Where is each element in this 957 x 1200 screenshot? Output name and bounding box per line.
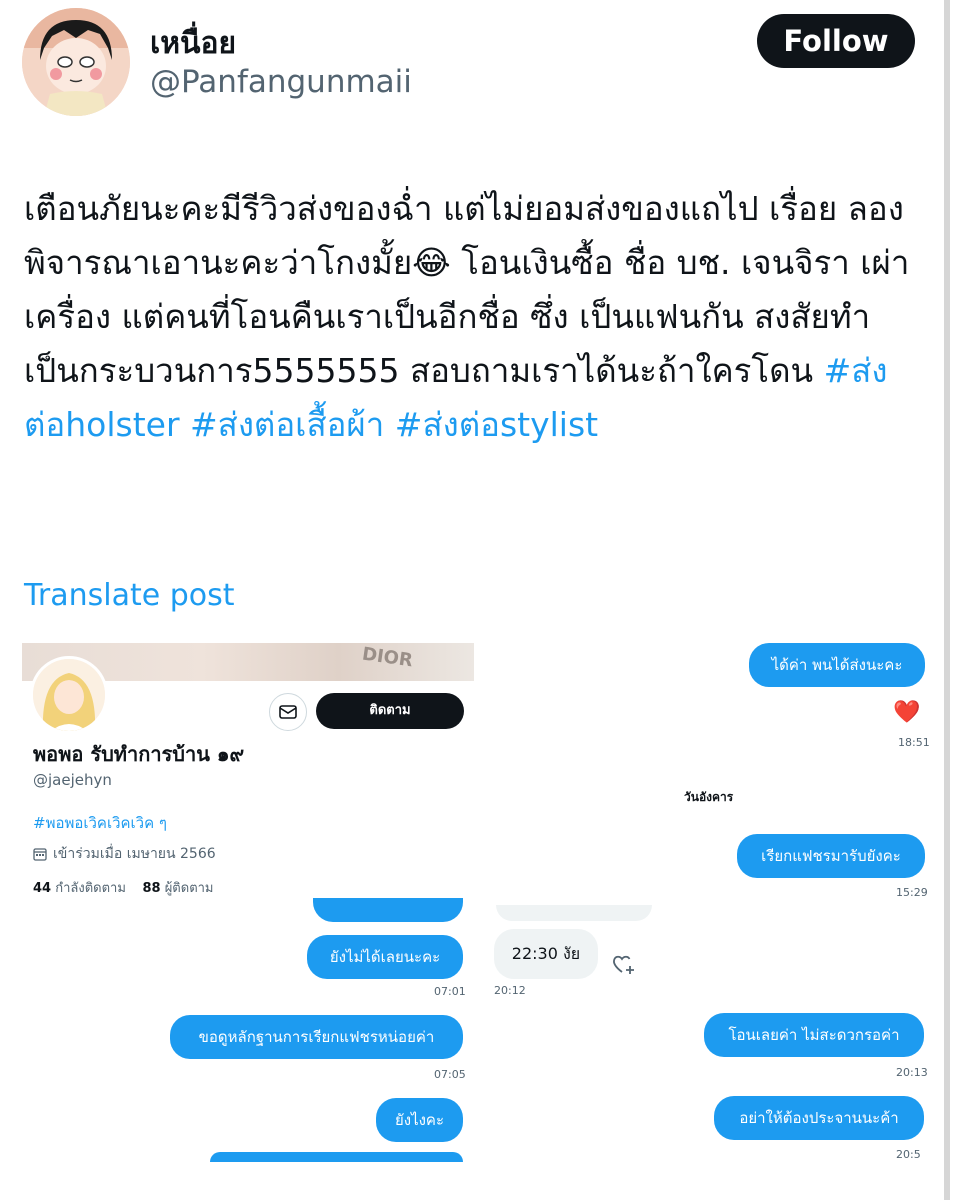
banner-text: DIOR <box>360 643 415 672</box>
followers-label: ผู้ติดตาม <box>164 881 214 896</box>
message-button[interactable] <box>269 693 307 731</box>
following-label: กำลังติดตาม <box>55 881 126 896</box>
profile-handle: @jaejehyn <box>33 771 112 789</box>
chat-bubble-partial <box>496 905 652 921</box>
chat-bubble-outgoing: โอนเลยค่า ไม่สะดวกรอค่า <box>704 1013 924 1057</box>
profile-avatar-illustration <box>33 659 105 731</box>
hashtag-link[interactable]: #ส่งต่อstylist <box>395 405 598 444</box>
message-timestamp: 07:05 <box>434 1068 466 1081</box>
translate-post-link[interactable]: Translate post <box>24 578 235 613</box>
profile-joined-text: เข้าร่วมเมื่อ เมษายน 2566 <box>53 846 216 862</box>
day-divider: วันอังคาร <box>684 790 734 804</box>
author-handle[interactable]: @Panfangunmaii <box>150 64 412 100</box>
message-timestamp: 20:13 <box>896 1066 928 1079</box>
message-timestamp: 15:29 <box>896 886 928 899</box>
profile-joined: เข้าร่วมเมื่อ เมษายน 2566 <box>33 843 216 865</box>
chat-bubble-outgoing: ยังไงคะ <box>376 1098 463 1142</box>
author-avatar[interactable] <box>22 8 130 116</box>
chat-bubble-outgoing: เรียกแฟชรมารับยังคะ <box>737 834 925 878</box>
follow-button[interactable]: Follow <box>757 14 915 68</box>
post-text: เตือนภัยนะคะมีรีวิวส่งของฉ่ำ แต่ไม่ยอมส่… <box>24 182 942 452</box>
scrollbar[interactable] <box>944 0 950 1200</box>
author-display-name[interactable]: เหนื่อย <box>150 20 236 67</box>
profile-name: พอพอ รับทำการบ้าน ๑๙ <box>33 742 245 766</box>
following-count: 44 <box>33 881 52 896</box>
chat-bubble-outgoing: ได้ค่า พนได้ส่งนะคะ <box>749 643 925 687</box>
message-timestamp: 07:01 <box>434 985 466 998</box>
message-timestamp: 20:5 <box>896 1148 921 1161</box>
message-timestamp: 18:51 <box>898 736 930 749</box>
calendar-icon <box>33 848 47 861</box>
profile-stats: 44 กำลังติดตาม 88 ผู้ติดตาม <box>33 877 214 898</box>
chat-bubble-outgoing: ขอดูหลักฐานการเรียกแฟชรหน่อยค่า <box>170 1015 463 1059</box>
profile-follow-button[interactable]: ติดตาม <box>316 693 464 729</box>
chat-bubble-outgoing: อย่าให้ต้องประจานนะค้า <box>714 1096 924 1140</box>
hashtag-link[interactable]: #ส่งต่อเสื้อผ้า <box>190 405 384 444</box>
profile-bio-text: #พอพอเวิคเวิคเวิค ๆ <box>33 814 167 832</box>
chat-bubble-incoming: 22:30 งัย <box>494 929 598 979</box>
profile-bio: #พอพอเวิคเวิคเวิค ๆ <box>33 811 167 835</box>
chat-bubble-outgoing: ยังไม่ได้เลยนะคะ <box>307 935 463 979</box>
profile-avatar <box>30 656 108 734</box>
chat-bubble-partial <box>313 898 463 922</box>
message-timestamp: 20:12 <box>494 984 526 997</box>
avatar-illustration <box>22 8 130 116</box>
heart-reaction-icon: ❤️ <box>893 700 921 725</box>
mail-icon <box>279 705 297 719</box>
followers-count: 88 <box>142 881 161 896</box>
post-body: เตือนภัยนะคะมีรีวิวส่งของฉ่ำ แต่ไม่ยอมส่… <box>24 189 910 390</box>
chat-bubble-partial <box>210 1152 463 1162</box>
add-reaction-icon[interactable] <box>610 951 636 977</box>
